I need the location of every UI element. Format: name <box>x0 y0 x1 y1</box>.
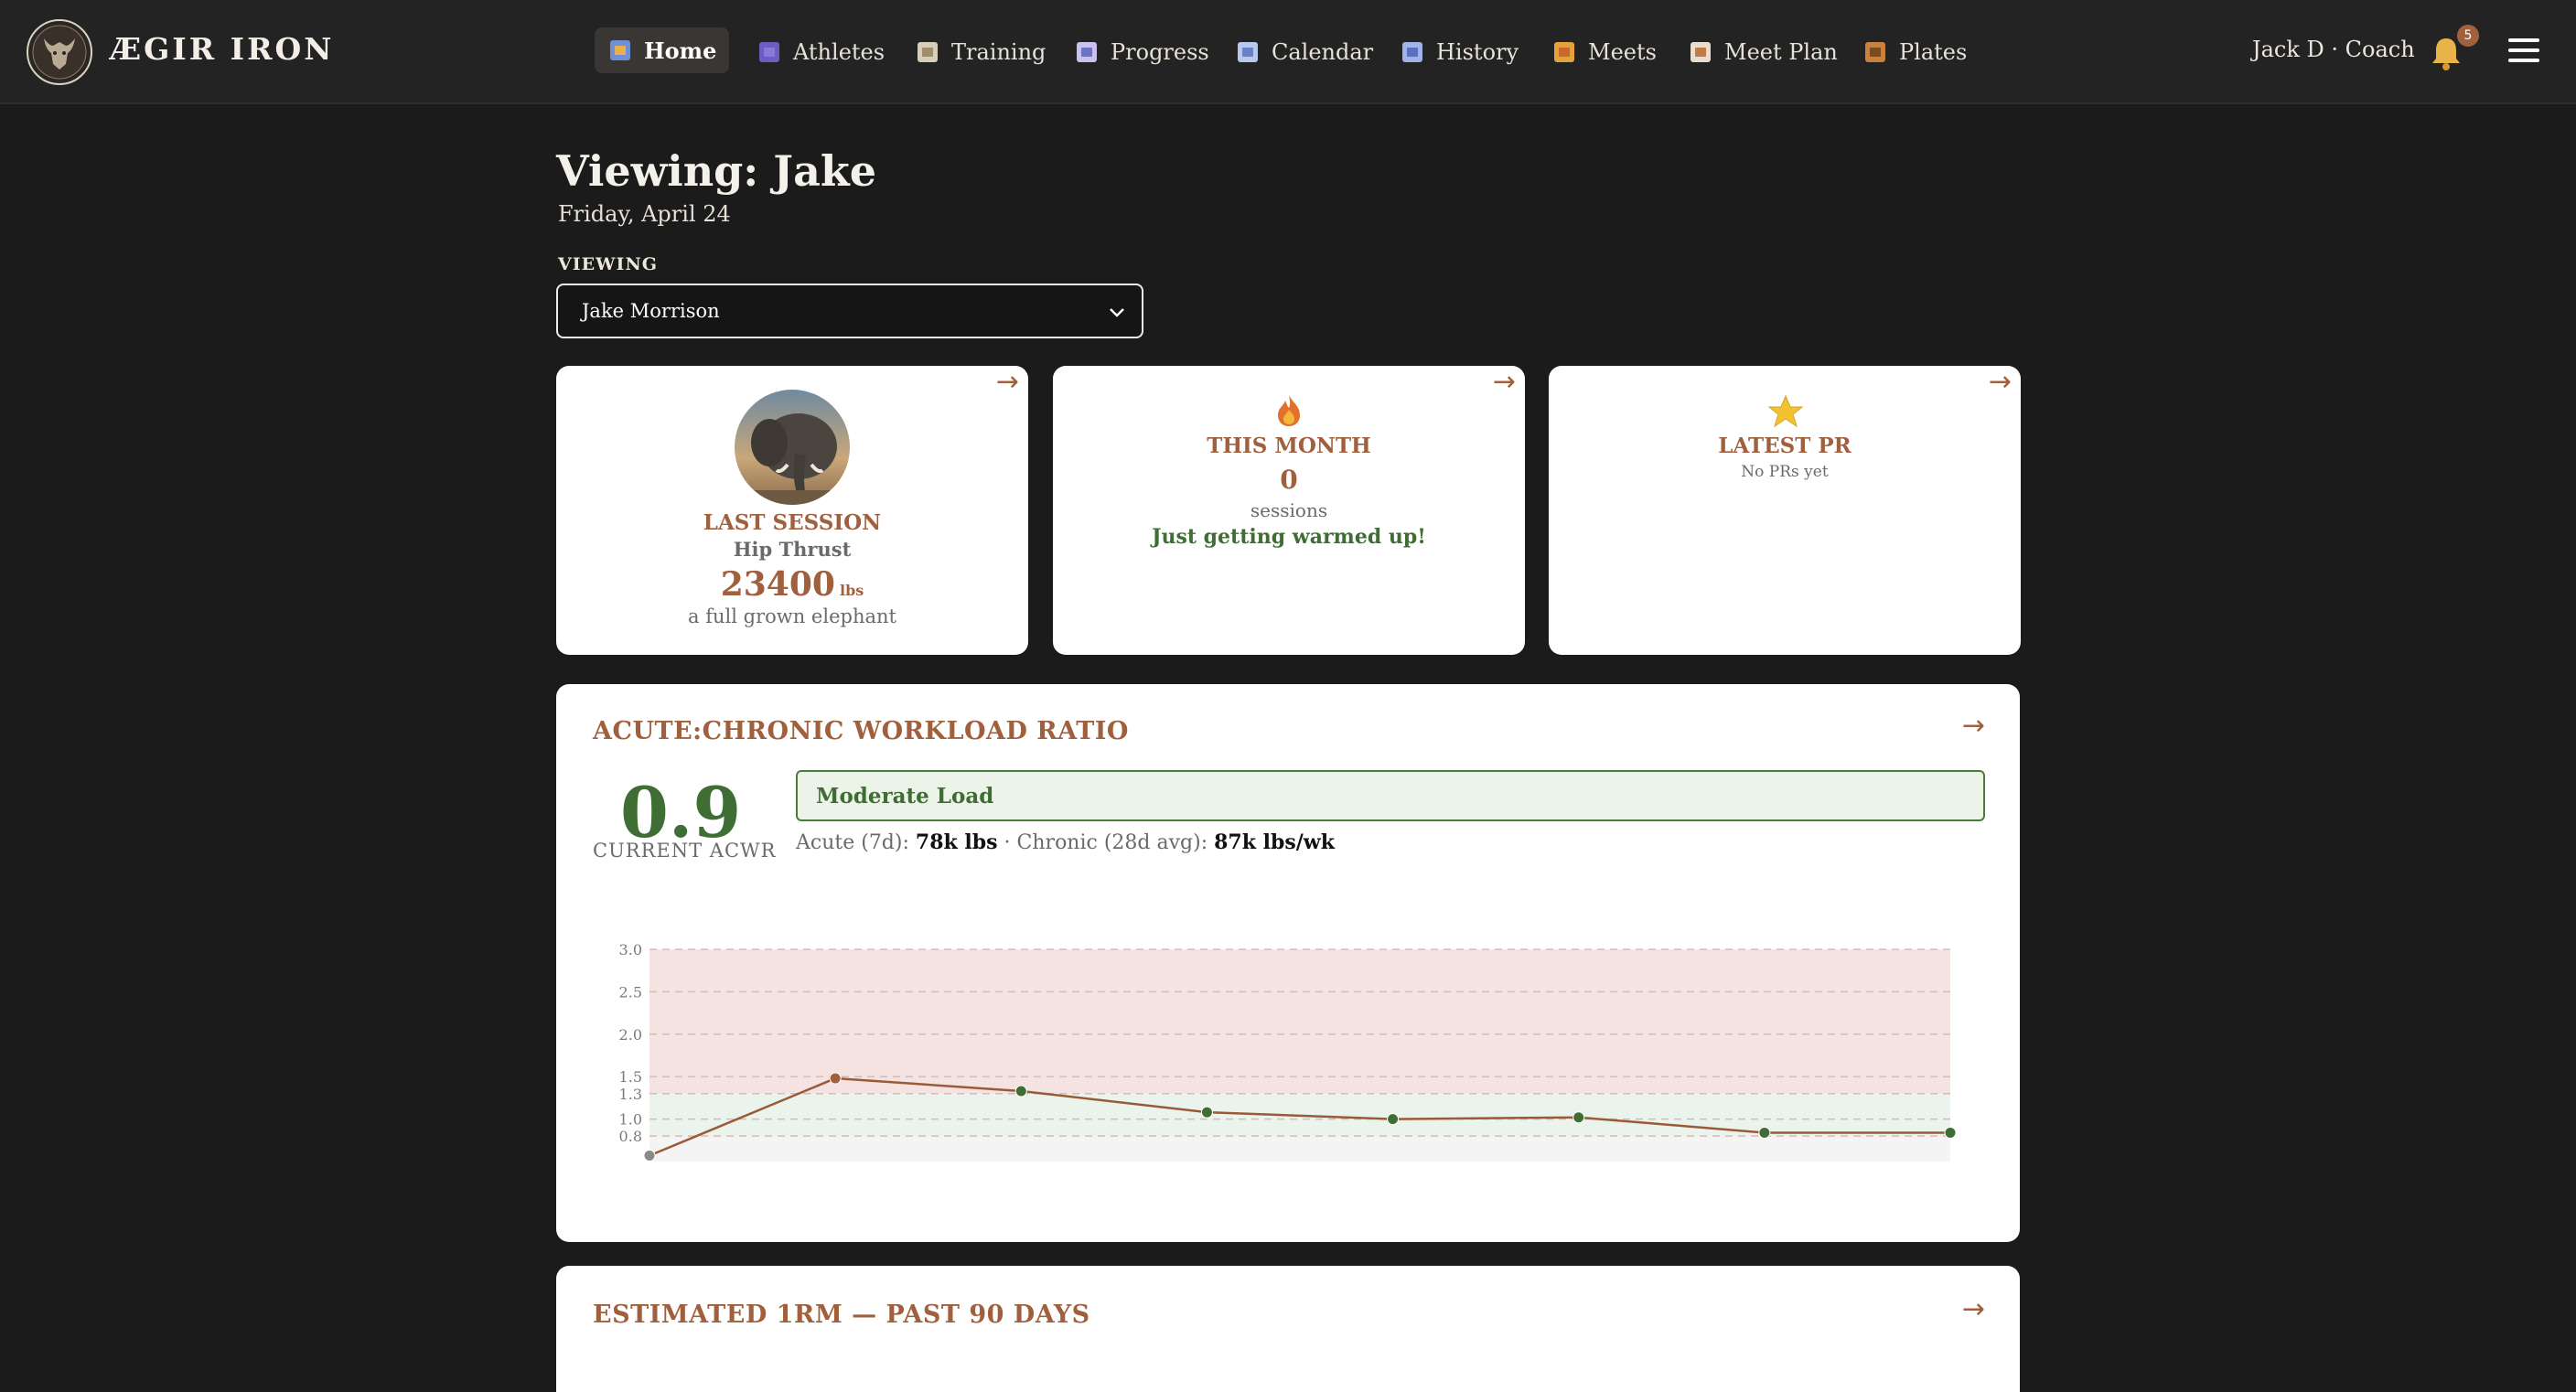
estimated-1rm-title: ESTIMATED 1RM — PAST 90 DAYS <box>593 1301 1090 1329</box>
this-month-heading: THIS MONTH <box>1207 434 1371 458</box>
nav-item-label: Training <box>951 39 1046 65</box>
y-tick-label: 1.0 <box>619 1111 642 1129</box>
hamburger-menu-icon[interactable] <box>2508 38 2539 66</box>
medal-icon <box>1554 42 1574 62</box>
chevron-down-icon <box>1110 308 1124 317</box>
acwr-data-point <box>1944 1126 1957 1139</box>
page-title: Viewing: Jake <box>556 146 877 196</box>
athletes-icon <box>759 42 779 62</box>
training-icon <box>918 42 938 62</box>
nav-item-athletes[interactable]: Athletes <box>757 33 885 71</box>
acwr-data-point <box>1387 1113 1400 1126</box>
history-icon <box>1402 42 1422 62</box>
nav-item-calendar[interactable]: Calendar <box>1235 33 1373 71</box>
last-session-value: 23400 <box>720 565 835 604</box>
user-label[interactable]: Jack D · Coach <box>2252 37 2415 62</box>
nav-item-meet-plan[interactable]: Meet Plan <box>1688 33 1838 71</box>
y-tick-label: 1.3 <box>619 1086 642 1103</box>
y-tick-label: 2.0 <box>619 1026 642 1044</box>
nav-item-label: Athletes <box>793 39 886 65</box>
nav-item-meets[interactable]: Meets <box>1551 33 1657 71</box>
latest-pr-heading: LATEST PR <box>1718 434 1852 458</box>
brand-name[interactable]: ÆGIR IRON <box>110 31 334 67</box>
acwr-data-point <box>1758 1126 1771 1139</box>
nav-item-progress[interactable]: Progress <box>1074 33 1209 71</box>
plates-icon <box>1865 42 1885 62</box>
star-icon <box>1768 395 1803 428</box>
this-month-arrow-icon[interactable]: → <box>1493 366 1516 398</box>
home-icon <box>610 40 630 60</box>
acwr-arrow-icon[interactable]: → <box>1962 710 1985 742</box>
nav-item-label: Calendar <box>1272 39 1374 65</box>
chronic-label: Chronic (28d avg): <box>1016 831 1208 854</box>
acwr-chart: 3.0 2.5 2.0 1.51.3 1.00.8 <box>619 941 1957 1162</box>
load-status-box: Moderate Load <box>796 770 1985 821</box>
notification-badge: 5 <box>2457 25 2479 47</box>
nav-item-label: Meet Plan <box>1724 39 1838 65</box>
elephant-image <box>735 390 850 505</box>
acwr-title: ACUTE:CHRONIC WORKLOAD RATIO <box>593 717 1129 745</box>
load-summary: Acute (7d): 78k lbs · Chronic (28d avg):… <box>796 830 1335 854</box>
this-month-unit: sessions <box>1250 499 1328 521</box>
meet-plan-icon <box>1690 42 1711 62</box>
athlete-select-value: Jake Morrison <box>582 300 720 322</box>
acwr-data-point <box>829 1072 842 1085</box>
last-session-heading: LAST SESSION <box>703 510 882 535</box>
nav-item-plates[interactable]: Plates <box>1862 33 1967 71</box>
nav-item-label: Progress <box>1111 39 1209 65</box>
nav-item-home[interactable]: Home <box>595 27 730 73</box>
y-tick-label: 3.0 <box>619 941 642 958</box>
last-session-arrow-icon[interactable]: → <box>996 366 1019 398</box>
last-session-card[interactable]: → LAST SESSION Hip Thrust 23400 lbs a fu… <box>556 366 1028 655</box>
nav-item-training[interactable]: Training <box>915 33 1046 71</box>
this-month-card[interactable]: → THIS MONTH 0 sessions Just getting war… <box>1053 366 1525 655</box>
last-session-exercise: Hip Thrust <box>733 538 852 561</box>
last-session-comparison: a full grown elephant <box>688 605 896 627</box>
acwr-data-point <box>1200 1106 1213 1119</box>
viewing-label: VIEWING <box>558 254 658 274</box>
nav-item-history[interactable]: History <box>1400 33 1519 71</box>
athlete-select[interactable]: Jake Morrison <box>556 284 1143 338</box>
progress-icon <box>1077 42 1097 62</box>
nav-item-label: Plates <box>1899 39 1968 65</box>
this-month-message: Just getting warmed up! <box>1152 525 1426 549</box>
nav-item-label: Meets <box>1588 39 1657 65</box>
aegir-logo-icon[interactable] <box>26 18 93 86</box>
page-date: Friday, April 24 <box>558 201 731 227</box>
last-session-weight: 23400 lbs <box>556 565 1028 604</box>
nav-item-label: History <box>1436 39 1519 65</box>
last-session-unit: lbs <box>840 582 864 599</box>
top-navbar: ÆGIR IRON Home Athletes Training Progress Ca… <box>0 0 2576 104</box>
acute-value: 78k lbs <box>915 830 998 854</box>
acute-label: Acute (7d): <box>796 831 909 854</box>
acwr-caption: CURRENT ACWR <box>593 840 777 862</box>
acwr-data-point <box>1572 1111 1585 1124</box>
y-tick-label: 0.8 <box>619 1128 642 1145</box>
calendar-icon <box>1238 42 1258 62</box>
latest-pr-card[interactable]: → LATEST PR No PRs yet <box>1549 366 2021 655</box>
acwr-data-point <box>1014 1085 1027 1098</box>
y-tick-label: 2.5 <box>619 983 642 1001</box>
latest-pr-message: No PRs yet <box>1741 463 1829 481</box>
zone-band-0 <box>649 949 1950 1094</box>
estimated-1rm-card: ESTIMATED 1RM — PAST 90 DAYS → <box>556 1266 2020 1392</box>
load-separator: · <box>1004 831 1011 854</box>
acwr-data-point <box>643 1150 656 1162</box>
latest-pr-arrow-icon[interactable]: → <box>1989 366 2012 398</box>
acwr-card: ACUTE:CHRONIC WORKLOAD RATIO → 0.9 CURRE… <box>556 684 2020 1242</box>
this-month-value: 0 <box>1280 465 1298 495</box>
nav-item-label: Home <box>644 37 717 64</box>
chronic-value: 87k lbs/wk <box>1214 830 1335 854</box>
fire-icon <box>1278 395 1300 426</box>
y-tick-label: 1.5 <box>619 1068 642 1086</box>
estimated-1rm-arrow-icon[interactable]: → <box>1962 1293 1985 1325</box>
